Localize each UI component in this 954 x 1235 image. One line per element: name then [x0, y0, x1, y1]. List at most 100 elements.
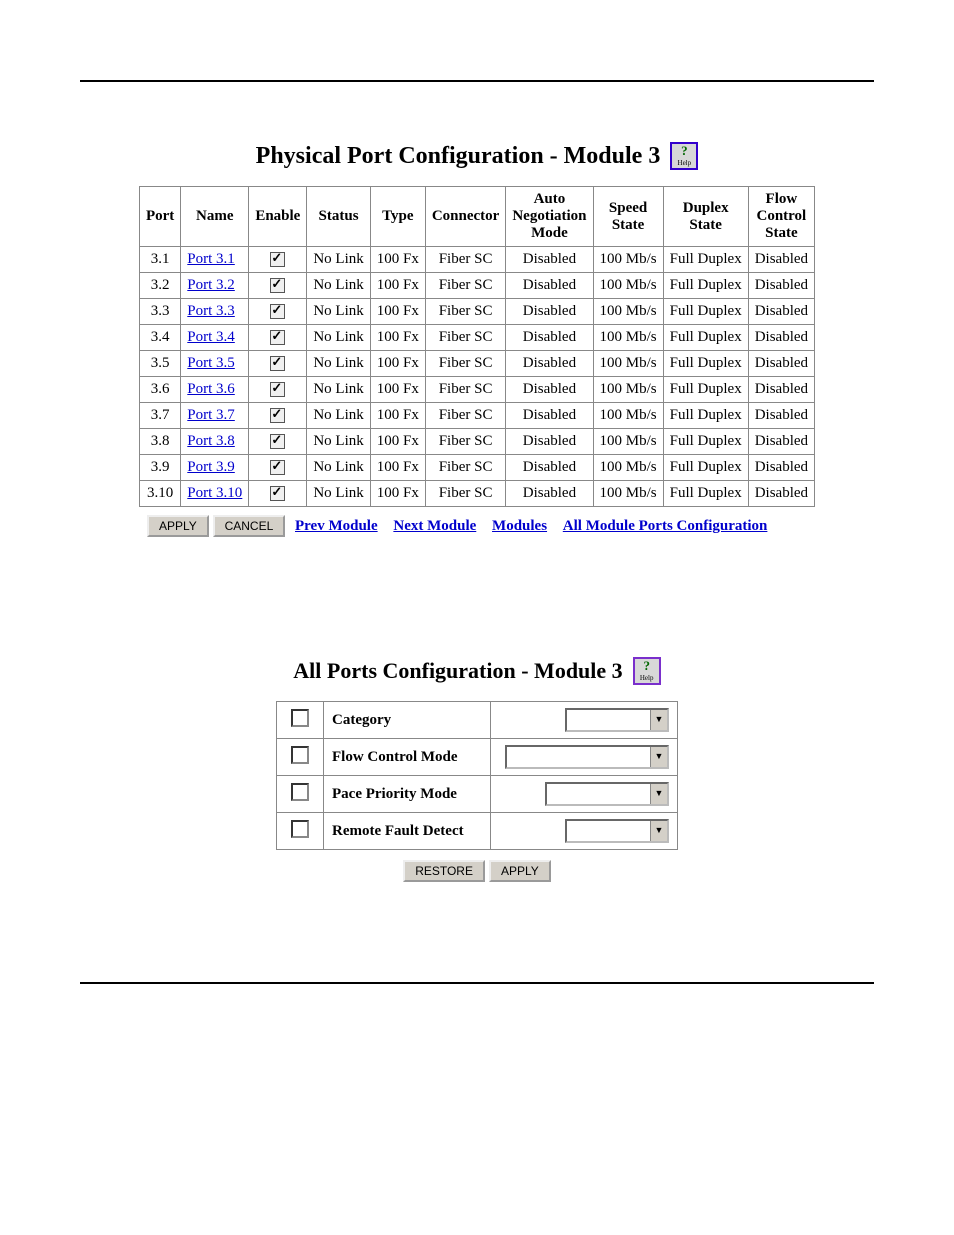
port-link[interactable]: Port 3.8 — [187, 433, 235, 449]
dropdown[interactable] — [565, 708, 669, 732]
status-cell: No Link — [307, 455, 370, 481]
speed-cell: 100 Mb/s — [593, 325, 663, 351]
enable-checkbox[interactable] — [270, 382, 285, 397]
port-cell: 3.10 — [139, 481, 180, 507]
flow-cell: Disabled — [748, 403, 814, 429]
duplex-cell: Full Duplex — [663, 247, 748, 273]
all-module-ports-link[interactable]: All Module Ports Configuration — [563, 518, 768, 534]
connector-cell: Fiber SC — [425, 325, 506, 351]
col-header: Port — [139, 187, 180, 247]
apply-button[interactable]: APPLY — [147, 515, 209, 537]
modules-link[interactable]: Modules — [492, 518, 547, 534]
allports-row: Flow Control Mode — [277, 739, 678, 776]
enable-checkbox[interactable] — [270, 486, 285, 501]
duplex-cell: Full Duplex — [663, 455, 748, 481]
status-cell: No Link — [307, 403, 370, 429]
port-cell: 3.7 — [139, 403, 180, 429]
speed-cell: 100 Mb/s — [593, 429, 663, 455]
apply-button-2[interactable]: APPLY — [489, 860, 551, 882]
table-row: 3.6Port 3.6No Link100 FxFiber SCDisabled… — [139, 377, 814, 403]
flow-cell: Disabled — [748, 247, 814, 273]
port-link[interactable]: Port 3.7 — [187, 407, 235, 423]
connector-cell: Fiber SC — [425, 403, 506, 429]
table-row: 3.3Port 3.3No Link100 FxFiber SCDisabled… — [139, 299, 814, 325]
duplex-cell: Full Duplex — [663, 351, 748, 377]
row-label: Remote Fault Detect — [324, 813, 491, 850]
section2-title: All Ports Configuration - Module 3 — [293, 658, 622, 684]
dropdown[interactable] — [545, 782, 669, 806]
speed-cell: 100 Mb/s — [593, 351, 663, 377]
enable-checkbox[interactable] — [270, 408, 285, 423]
dropdown[interactable] — [505, 745, 669, 769]
port-cell: 3.8 — [139, 429, 180, 455]
col-header: DuplexState — [663, 187, 748, 247]
row-label: Category — [324, 702, 491, 739]
nav-row: APPLY CANCEL Prev Module Next Module Mod… — [147, 515, 807, 537]
row-checkbox[interactable] — [291, 746, 309, 764]
aneg-cell: Disabled — [506, 299, 593, 325]
port-link[interactable]: Port 3.6 — [187, 381, 235, 397]
col-header: SpeedState — [593, 187, 663, 247]
enable-checkbox[interactable] — [270, 434, 285, 449]
flow-cell: Disabled — [748, 325, 814, 351]
connector-cell: Fiber SC — [425, 351, 506, 377]
row-checkbox[interactable] — [291, 820, 309, 838]
connector-cell: Fiber SC — [425, 377, 506, 403]
status-cell: No Link — [307, 247, 370, 273]
duplex-cell: Full Duplex — [663, 299, 748, 325]
port-link[interactable]: Port 3.5 — [187, 355, 235, 371]
port-link[interactable]: Port 3.4 — [187, 329, 235, 345]
enable-checkbox[interactable] — [270, 304, 285, 319]
speed-cell: 100 Mb/s — [593, 247, 663, 273]
port-link[interactable]: Port 3.2 — [187, 277, 235, 293]
type-cell: 100 Fx — [370, 299, 425, 325]
row-checkbox[interactable] — [291, 783, 309, 801]
type-cell: 100 Fx — [370, 247, 425, 273]
table-row: 3.8Port 3.8No Link100 FxFiber SCDisabled… — [139, 429, 814, 455]
port-link[interactable]: Port 3.10 — [187, 485, 242, 501]
section1-title: Physical Port Configuration - Module 3 — [256, 143, 661, 170]
port-link[interactable]: Port 3.9 — [187, 459, 235, 475]
enable-checkbox[interactable] — [270, 252, 285, 267]
help-icon[interactable]: ? Help — [633, 657, 661, 685]
row-checkbox[interactable] — [291, 709, 309, 727]
status-cell: No Link — [307, 273, 370, 299]
aneg-cell: Disabled — [506, 455, 593, 481]
type-cell: 100 Fx — [370, 429, 425, 455]
aneg-cell: Disabled — [506, 403, 593, 429]
port-link[interactable]: Port 3.1 — [187, 251, 235, 267]
type-cell: 100 Fx — [370, 351, 425, 377]
type-cell: 100 Fx — [370, 455, 425, 481]
speed-cell: 100 Mb/s — [593, 377, 663, 403]
speed-cell: 100 Mb/s — [593, 273, 663, 299]
port-link[interactable]: Port 3.3 — [187, 303, 235, 319]
col-header: Type — [370, 187, 425, 247]
allports-row: Remote Fault Detect — [277, 813, 678, 850]
duplex-cell: Full Duplex — [663, 403, 748, 429]
table-row: 3.1Port 3.1No Link100 FxFiber SCDisabled… — [139, 247, 814, 273]
status-cell: No Link — [307, 429, 370, 455]
allports-row: Pace Priority Mode — [277, 776, 678, 813]
row-label: Pace Priority Mode — [324, 776, 491, 813]
duplex-cell: Full Duplex — [663, 481, 748, 507]
enable-checkbox[interactable] — [270, 460, 285, 475]
help-icon[interactable]: ? Help — [670, 142, 698, 170]
cancel-button[interactable]: CANCEL — [213, 515, 286, 537]
aneg-cell: Disabled — [506, 481, 593, 507]
dropdown[interactable] — [565, 819, 669, 843]
table-row: 3.7Port 3.7No Link100 FxFiber SCDisabled… — [139, 403, 814, 429]
table-row: 3.2Port 3.2No Link100 FxFiber SCDisabled… — [139, 273, 814, 299]
prev-module-link[interactable]: Prev Module — [295, 518, 378, 534]
enable-checkbox[interactable] — [270, 330, 285, 345]
enable-checkbox[interactable] — [270, 278, 285, 293]
connector-cell: Fiber SC — [425, 429, 506, 455]
ports-table: PortNameEnableStatusTypeConnectorAutoNeg… — [139, 186, 815, 507]
next-module-link[interactable]: Next Module — [393, 518, 476, 534]
restore-button[interactable]: RESTORE — [403, 860, 485, 882]
speed-cell: 100 Mb/s — [593, 481, 663, 507]
aneg-cell: Disabled — [506, 377, 593, 403]
enable-checkbox[interactable] — [270, 356, 285, 371]
type-cell: 100 Fx — [370, 377, 425, 403]
port-cell: 3.6 — [139, 377, 180, 403]
port-cell: 3.5 — [139, 351, 180, 377]
